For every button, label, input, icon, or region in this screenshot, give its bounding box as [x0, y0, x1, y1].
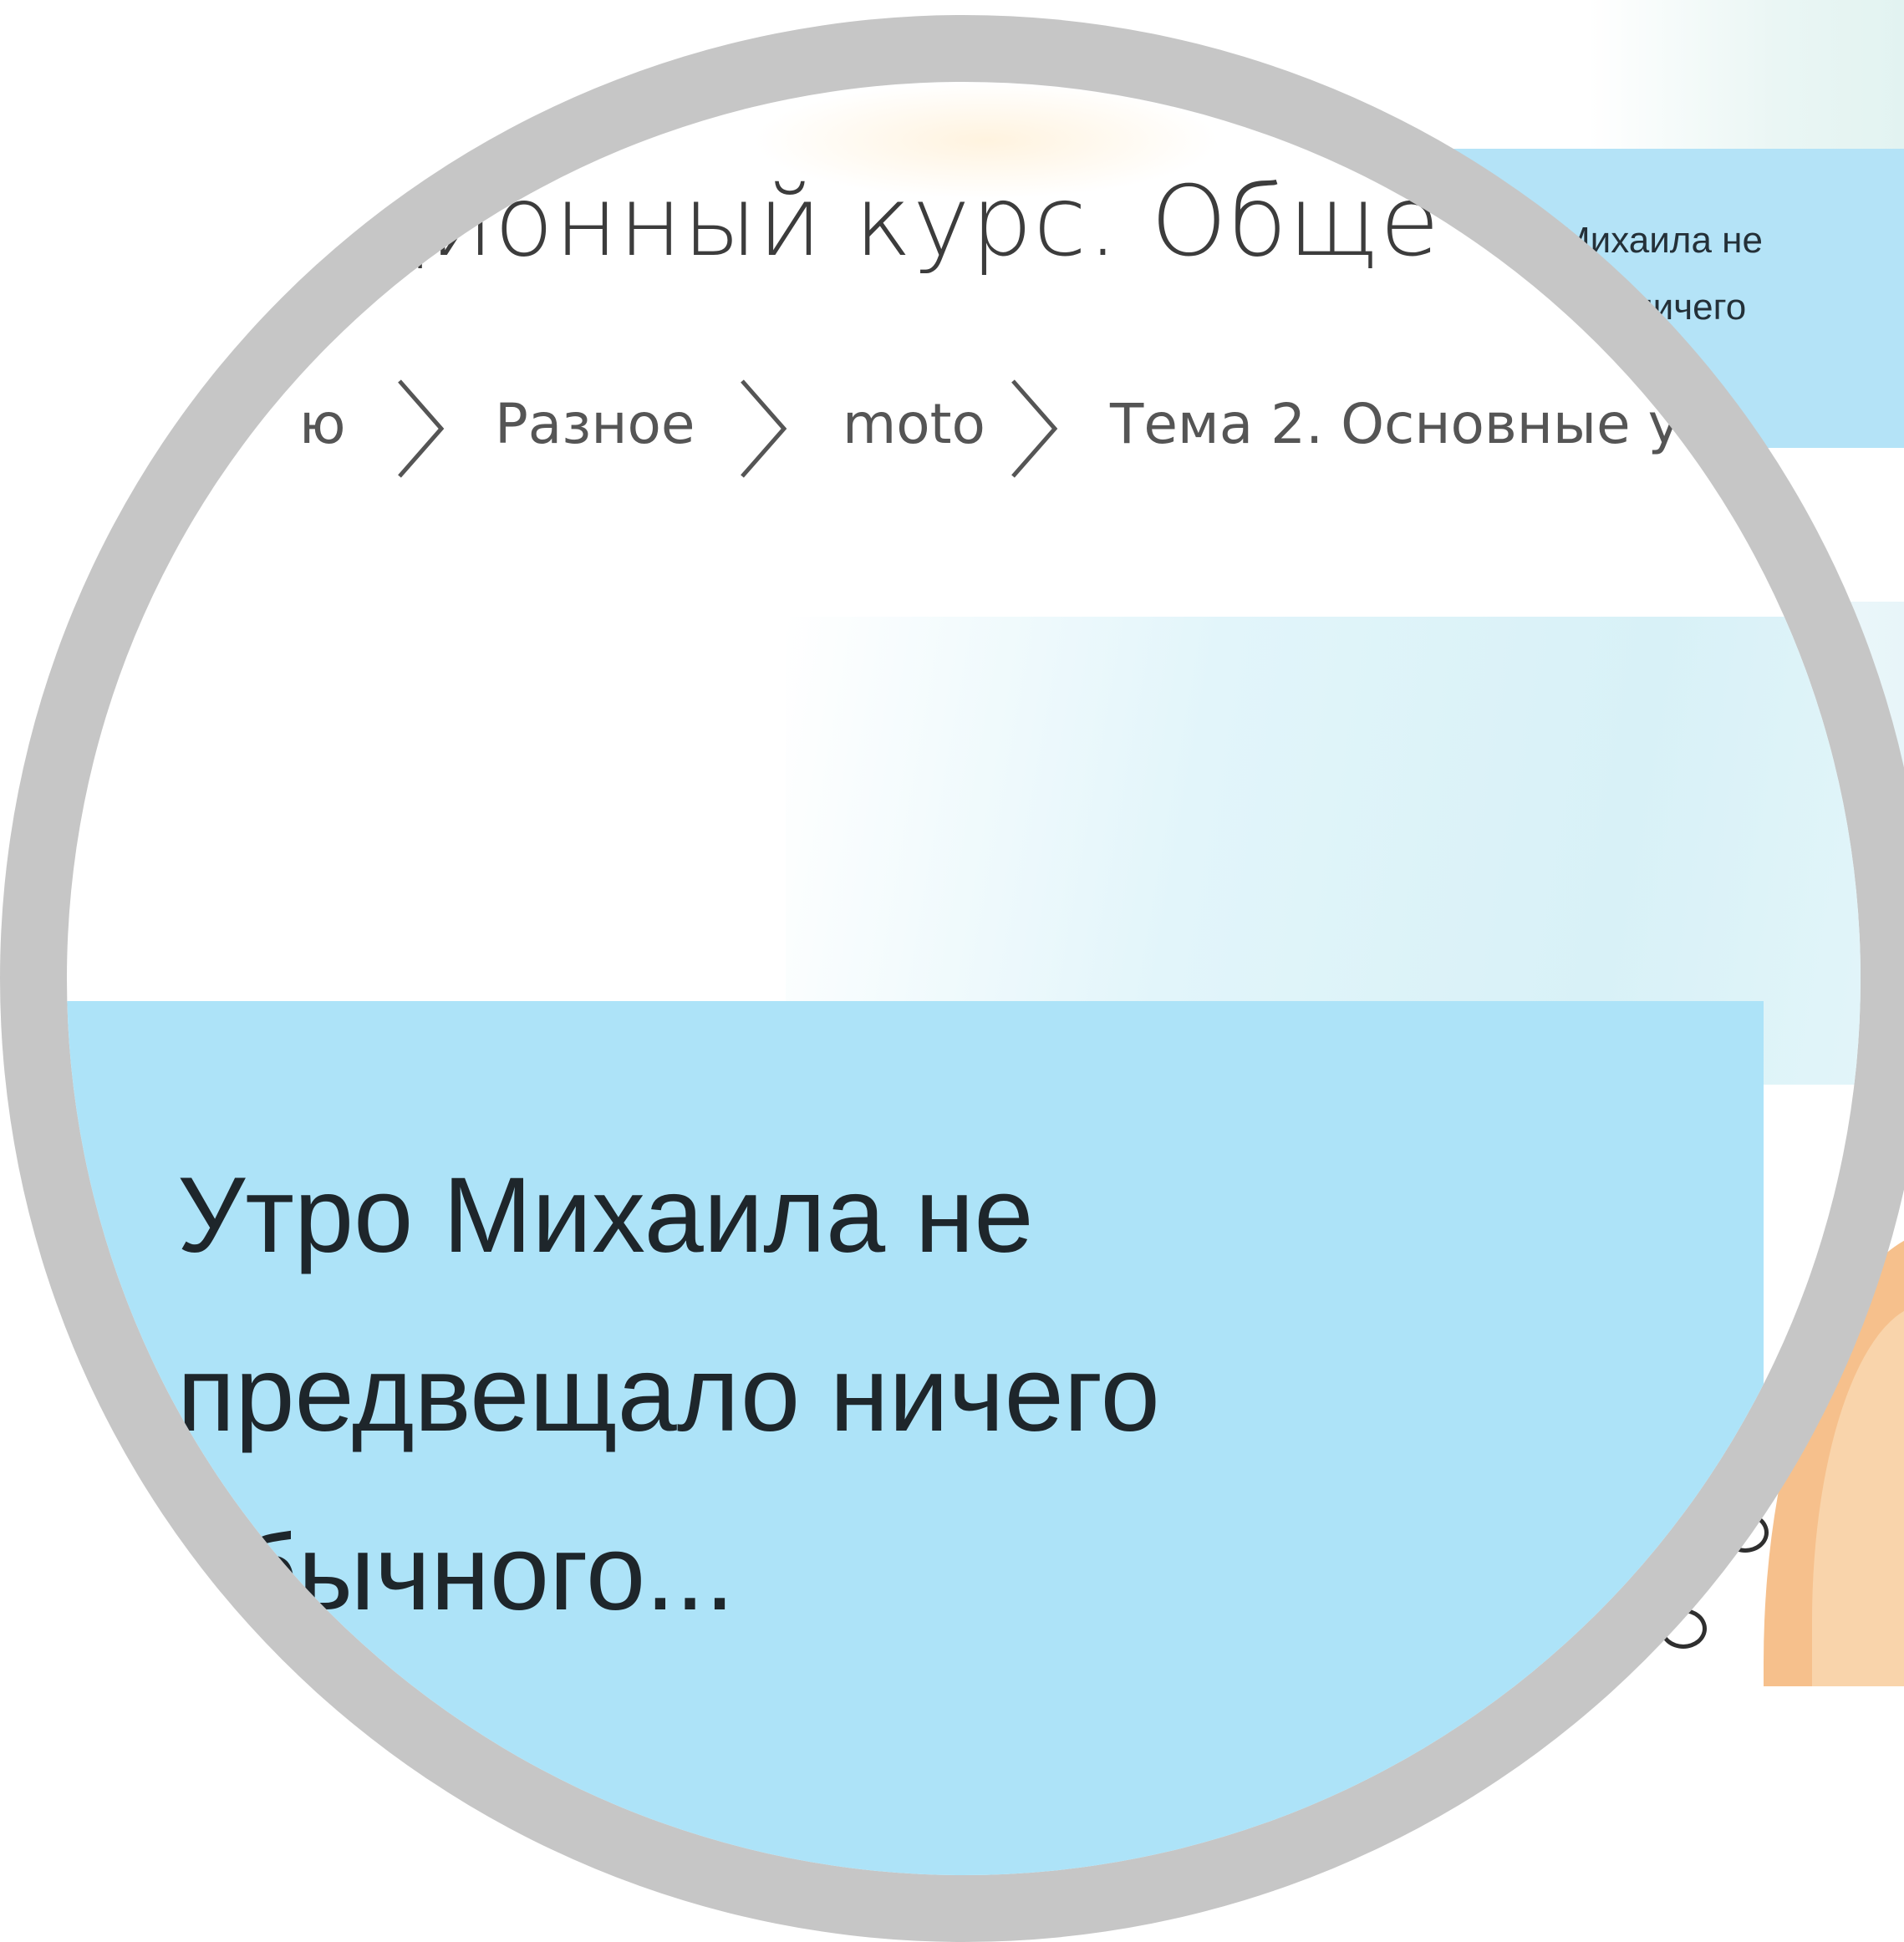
chevron-right-icon	[398, 379, 445, 478]
breadcrumb-item-misc[interactable]: Разное	[495, 374, 695, 475]
story-callout-line: предвещало ничего	[177, 1334, 1160, 1454]
magnifier-lens: ционный курс. Обще ю Разное moto Тема 2.…	[67, 82, 1861, 1875]
story-callout-line: обычного...	[177, 1513, 735, 1633]
chevron-right-icon	[1011, 379, 1058, 478]
breadcrumb-item-home[interactable]: ю	[299, 374, 346, 475]
breadcrumb-item-moto[interactable]: moto	[843, 374, 985, 475]
chevron-right-icon	[741, 379, 787, 478]
breadcrumb-item-topic[interactable]: Тема 2. Основные узлы	[1110, 374, 1789, 475]
page-title: ционный курс. Обще	[363, 165, 1441, 278]
background-wash	[1588, 0, 1904, 167]
story-callout-line: Утро Михаила не	[177, 1156, 1034, 1275]
story-callout-text: Утро Михаила не предвещало ничего обычно…	[177, 1126, 1682, 1663]
